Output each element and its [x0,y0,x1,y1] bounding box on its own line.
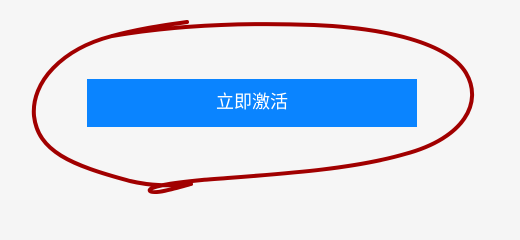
activate-now-button[interactable]: 立即激活 [87,79,417,127]
screenshot-stage: 立即激活 [0,0,520,200]
